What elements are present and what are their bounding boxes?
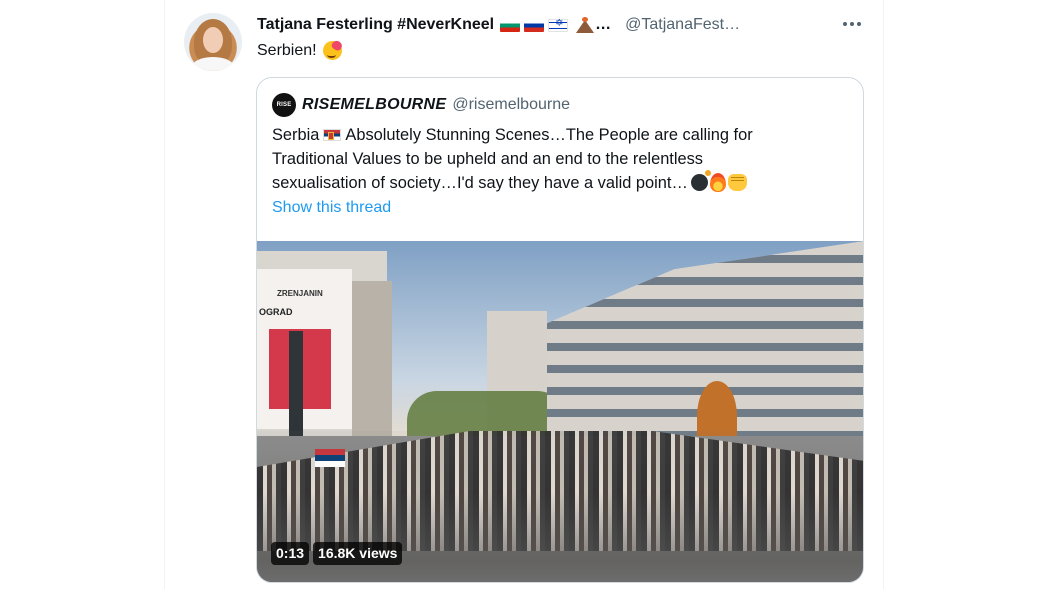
quoted-text-line-3: sexualisation of society…I'd say they ha… [272,174,688,192]
tweet-header: Tatjana Festerling #NeverKneel … @Tatjan… [257,14,740,36]
billboard-text: OGRAD [259,307,293,317]
video-pole [289,331,303,441]
tweet-text-body: Serbien! [257,41,317,59]
video-views-badge: 16.8K views [313,542,403,565]
video-duration-badge: 0:13 [271,542,310,565]
bulgaria-flag-icon [500,18,521,32]
fire-icon [709,173,726,192]
quoted-emoji-row [690,170,747,192]
bomb-icon [690,170,711,191]
quoted-author-avatar[interactable]: RISE [272,93,296,117]
more-dot-icon [850,22,854,26]
timeline-left-border [164,0,165,589]
quoted-text-line-2: Traditional Values to be upheld and an e… [272,150,704,168]
show-thread-link[interactable]: Show this thread [272,199,391,217]
russia-flag-icon [524,18,545,32]
quoted-author-display-name[interactable]: RISEMELBOURNE [302,96,446,114]
billboard-text: ZRENJANIN [277,289,323,298]
video-badges: 0:13 16.8K views [271,542,403,565]
volcano-icon [576,17,595,33]
name-emoji-flags [500,17,595,33]
author-avatar[interactable] [184,13,242,71]
author-display-name[interactable]: Tatjana Festerling #NeverKneel [257,16,494,34]
timeline-right-border [883,0,884,589]
tweet-text: Serbien! [257,41,342,60]
more-options-button[interactable] [838,12,866,36]
quoted-text-line-1: Absolutely Stunning Scenes…The People ar… [345,126,753,144]
quoted-tweet-text: Serbia Absolutely Stunning Scenes…The Peo… [272,123,832,195]
avatar-face [203,27,223,53]
author-handle[interactable]: @TatjanaFest… [625,16,740,34]
quoted-text-prefix: Serbia [272,126,320,144]
more-dot-icon [843,22,847,26]
serbia-flag-icon [323,129,342,141]
avatar-shirt [192,57,234,71]
quoted-text-line: Serbia Absolutely Stunning Scenes…The Peo… [272,123,832,147]
quoted-tweet-card[interactable]: RISE RISEMELBOURNE @risemelbourne Serbia… [256,77,864,583]
more-dot-icon [857,22,861,26]
israel-flag-icon [548,18,569,32]
oncoming-fist-icon [727,174,747,191]
quoted-author-handle[interactable]: @risemelbourne [452,96,570,114]
smiling-face-with-hearts-icon [322,41,342,60]
quoted-text-line: sexualisation of society…I'd say they ha… [272,170,832,195]
video-billboard: ZRENJANIN OGRAD [257,269,352,429]
name-truncation: … [595,16,612,33]
quoted-tweet-header: RISE RISEMELBOURNE @risemelbourne [272,93,570,117]
video-player[interactable]: ZRENJANIN OGRAD 0:13 16.8K views [257,241,863,582]
